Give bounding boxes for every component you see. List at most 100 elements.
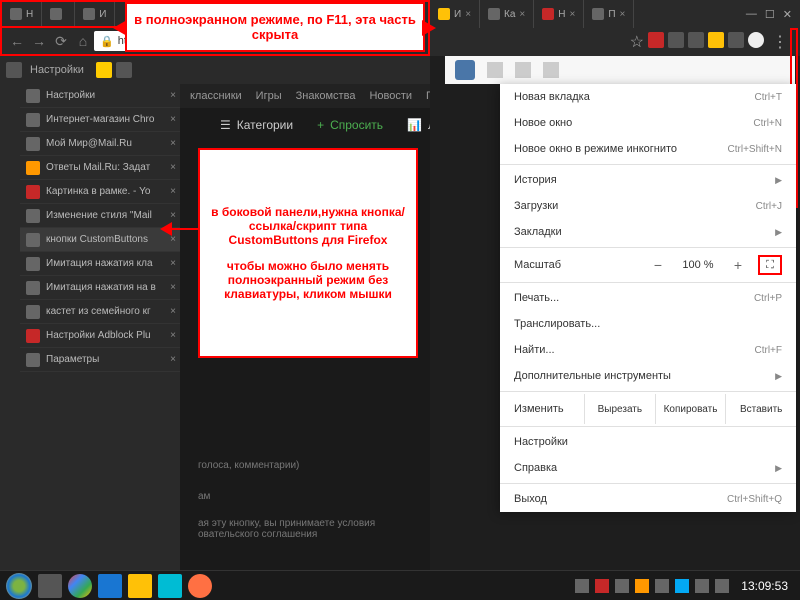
abp-icon[interactable]	[648, 32, 664, 48]
extension-icon[interactable]	[6, 62, 22, 78]
home-button[interactable]: ⌂	[72, 30, 94, 52]
taskbar-app[interactable]	[38, 574, 62, 598]
sidebar-item[interactable]: Параметры×	[20, 348, 180, 372]
separator	[500, 282, 796, 283]
extension-icon[interactable]	[688, 32, 704, 48]
tab[interactable]: Н	[2, 2, 42, 26]
minimize-button[interactable]: —	[746, 8, 757, 21]
sidebar-item[interactable]: Картинка в рамке. - Yo×	[20, 180, 180, 204]
bookmark-icon[interactable]	[96, 62, 112, 78]
back-button[interactable]: ←	[6, 30, 28, 52]
tray-icon[interactable]	[595, 579, 609, 593]
people-icon[interactable]	[487, 62, 503, 78]
tab-label: Н	[558, 9, 565, 20]
reload-button[interactable]: ⟳	[50, 30, 72, 52]
taskbar-app-firefox[interactable]	[188, 574, 212, 598]
avatar[interactable]	[748, 32, 764, 48]
menu-incognito[interactable]: Новое окно в режиме инкогнитоCtrl+Shift+…	[500, 136, 796, 162]
extension-icon[interactable]	[668, 32, 684, 48]
extension-icon[interactable]	[708, 32, 724, 48]
taskbar-app-chrome[interactable]	[68, 574, 92, 598]
favicon-icon	[542, 8, 554, 20]
sidebar-item[interactable]: Настройки Adblock Plu×	[20, 324, 180, 348]
sidebar-item[interactable]: Ответы Mail.Ru: Задат×	[20, 156, 180, 180]
taskbar-app[interactable]	[128, 574, 152, 598]
taskbar-app[interactable]	[98, 574, 122, 598]
vk-logo-icon[interactable]	[455, 60, 475, 80]
menu-history[interactable]: История▶	[500, 167, 796, 193]
tab[interactable]: Н×	[534, 0, 584, 28]
menu-cast[interactable]: Транслировать...	[500, 311, 796, 337]
close-icon[interactable]: ×	[170, 282, 176, 293]
tray-icon[interactable]	[635, 579, 649, 593]
copy-button[interactable]: Копировать	[655, 394, 726, 424]
tray-icon[interactable]	[615, 579, 629, 593]
close-icon[interactable]: ×	[170, 330, 176, 341]
sidebar-item-label: кастет из семейного кг	[46, 306, 151, 317]
menu-settings[interactable]: Настройки	[500, 429, 796, 455]
zoom-out-button[interactable]: −	[648, 257, 668, 273]
tray-icon[interactable]	[575, 579, 589, 593]
volume-icon[interactable]	[715, 579, 729, 593]
close-icon[interactable]: ×	[170, 306, 176, 317]
categories-button[interactable]: ☰ Категории	[220, 118, 293, 132]
tab[interactable]	[42, 2, 75, 26]
nav-link[interactable]: Игры	[256, 90, 282, 102]
extension-icon[interactable]	[728, 32, 744, 48]
close-icon[interactable]: ×	[170, 162, 176, 173]
sidebar-item[interactable]: Имитация нажатия на в×	[20, 276, 180, 300]
sidebar-item[interactable]: Изменение стиля "Mail×	[20, 204, 180, 228]
close-icon[interactable]: ×	[170, 90, 176, 101]
nav-link[interactable]: Знакомства	[296, 90, 356, 102]
music-icon[interactable]	[543, 62, 559, 78]
menu-bookmarks[interactable]: Закладки▶	[500, 219, 796, 245]
paste-button[interactable]: Вставить	[725, 394, 796, 424]
sidebar-item[interactable]: Имитация нажатия кла×	[20, 252, 180, 276]
menu-exit[interactable]: ВыходCtrl+Shift+Q	[500, 486, 796, 512]
shortcut: Ctrl+Shift+Q	[727, 494, 782, 505]
maximize-button[interactable]: ☐	[765, 8, 775, 21]
close-button[interactable]: ✕	[783, 8, 792, 21]
star-icon[interactable]: ☆	[630, 32, 644, 52]
tray-icon[interactable]	[655, 579, 669, 593]
nav-link[interactable]: классники	[190, 90, 242, 102]
start-button[interactable]	[6, 573, 32, 599]
clock[interactable]: 13:09:53	[735, 579, 794, 593]
nav-link[interactable]: Новости	[369, 90, 412, 102]
menu-new-tab[interactable]: Новая вкладкаCtrl+T	[500, 84, 796, 110]
fullscreen-button[interactable]: ⛶	[758, 255, 782, 275]
sidebar-item-custombuttons[interactable]: кнопки CustomButtons×	[20, 228, 180, 252]
sidebar-item[interactable]: Мой Мир@Mail.Ru×	[20, 132, 180, 156]
network-icon[interactable]	[695, 579, 709, 593]
menu-find[interactable]: Найти...Ctrl+F	[500, 337, 796, 363]
close-icon[interactable]: ×	[170, 114, 176, 125]
ask-button[interactable]: + Спросить	[317, 118, 383, 132]
settings-link[interactable]: Настройки	[30, 64, 84, 76]
taskbar-app[interactable]	[158, 574, 182, 598]
sidebar-item[interactable]: Интернет-магазин Chro×	[20, 108, 180, 132]
sidebar-item[interactable]: кастет из семейного кг ×	[20, 300, 180, 324]
menu-more-tools[interactable]: Дополнительные инструменты▶	[500, 363, 796, 389]
close-icon[interactable]: ×	[170, 258, 176, 269]
bookmarks-toolbar: Настройки	[0, 56, 430, 84]
photo-icon[interactable]	[515, 62, 531, 78]
close-icon[interactable]: ×	[170, 138, 176, 149]
tab[interactable]: Ка×	[480, 0, 534, 28]
menu-new-window[interactable]: Новое окноCtrl+N	[500, 110, 796, 136]
tab[interactable]: И	[75, 2, 115, 26]
close-icon[interactable]: ×	[170, 186, 176, 197]
tray-icon[interactable]	[675, 579, 689, 593]
menu-downloads[interactable]: ЗагрузкиCtrl+J	[500, 193, 796, 219]
close-icon[interactable]: ×	[170, 210, 176, 221]
separator	[500, 483, 796, 484]
cut-button[interactable]: Вырезать	[584, 394, 655, 424]
forward-button[interactable]: →	[28, 30, 50, 52]
close-icon[interactable]: ×	[170, 354, 176, 365]
zoom-in-button[interactable]: +	[728, 257, 748, 273]
sidebar-item[interactable]: Настройки×	[20, 84, 180, 108]
tab[interactable]: И×	[430, 0, 480, 28]
bookmark-icon[interactable]	[116, 62, 132, 78]
menu-print[interactable]: Печать...Ctrl+P	[500, 285, 796, 311]
tab[interactable]: П×	[584, 0, 634, 28]
menu-help[interactable]: Справка▶	[500, 455, 796, 481]
